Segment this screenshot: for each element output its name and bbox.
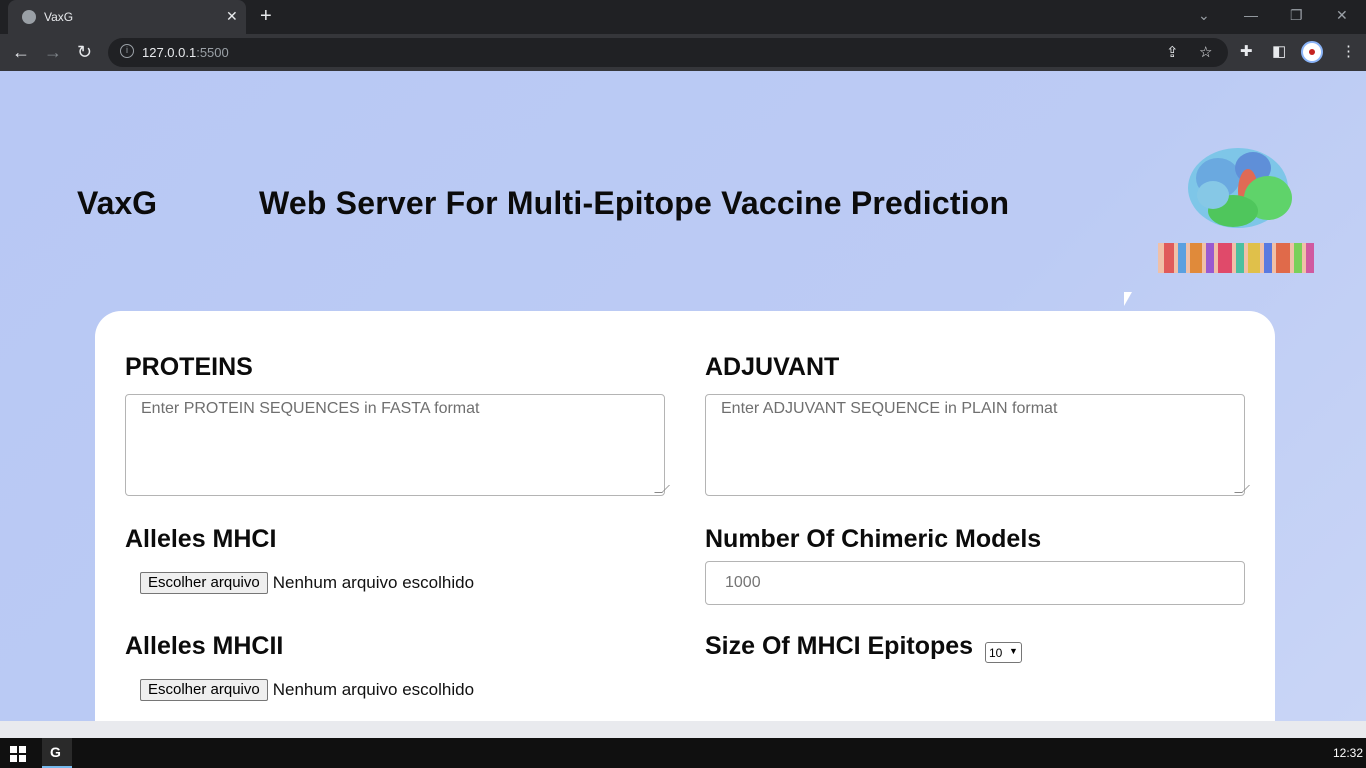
mhcii-alleles-label: Alleles MHCII: [125, 632, 284, 660]
browser-tab[interactable]: VaxG ✕: [8, 0, 246, 34]
url-port: :5500: [196, 45, 229, 60]
taskbar-clock: 12:32: [1333, 746, 1364, 760]
mhci-size-select[interactable]: 10 ▼: [985, 642, 1022, 663]
share-icon[interactable]: ⇪: [1166, 43, 1179, 61]
mhci-file-status: Nenhum arquivo escolhido: [272, 573, 475, 592]
chrome-taskbar-app[interactable]: G: [42, 738, 72, 768]
menu-icon[interactable]: ⋮: [1341, 43, 1356, 61]
sidebar-icon[interactable]: ◧: [1272, 43, 1286, 61]
mhcii-file-status: Nenhum arquivo escolhido: [272, 680, 475, 699]
mhci-size-value: 10: [989, 646, 1003, 660]
page-viewport: VaxG Web Server For Multi-Epitope Vaccin…: [0, 71, 1366, 721]
mhcii-choose-file-button[interactable]: Escolher arquivo: [140, 679, 268, 701]
mouse-cursor-icon: [1124, 292, 1132, 306]
back-icon[interactable]: ←: [12, 42, 30, 62]
window-close-icon[interactable]: ✕: [1336, 6, 1348, 24]
mhci-size-label: Size Of MHCI Epitopes: [705, 632, 974, 660]
reload-icon[interactable]: ↻: [77, 42, 92, 62]
chimeric-models-placeholder: 1000: [725, 574, 761, 591]
minimize-icon[interactable]: —: [1244, 6, 1258, 24]
browser-toolbar: ← → ↻ i 127.0.0.1:5500 ⇪ ☆ ✚ ◧ ⋮: [0, 34, 1366, 71]
horizontal-scrollbar[interactable]: [0, 721, 1366, 738]
mhci-file-input: Escolher arquivo Nenhum arquivo escolhid…: [140, 572, 474, 594]
url-text: 127.0.0.1:5500: [142, 45, 229, 60]
mhci-choose-file-button[interactable]: Escolher arquivo: [140, 572, 268, 594]
forward-icon[interactable]: →: [44, 42, 62, 62]
plus-icon[interactable]: +: [260, 6, 272, 26]
info-icon[interactable]: i: [120, 44, 134, 58]
address-bar[interactable]: i 127.0.0.1:5500 ⇪ ☆: [108, 38, 1228, 67]
mhcii-file-input: Escolher arquivo Nenhum arquivo escolhid…: [140, 679, 474, 701]
url-host: 127.0.0.1: [142, 45, 197, 60]
page-headline: Web Server For Multi-Epitope Vaccine Pre…: [259, 185, 1010, 221]
tab-title: VaxG: [44, 10, 74, 24]
adjuvant-textarea[interactable]: Enter ADJUVANT SEQUENCE in PLAIN format: [705, 394, 1250, 496]
proteins-textarea[interactable]: Enter PROTEIN SEQUENCES in FASTA format: [125, 394, 670, 496]
form-card: PROTEINS Enter PROTEIN SEQUENCES in FAST…: [95, 311, 1275, 721]
star-icon[interactable]: ☆: [1199, 43, 1212, 61]
chimeric-models-label: Number Of Chimeric Models: [705, 525, 1042, 553]
proteins-label: PROTEINS: [125, 353, 253, 381]
brand-title: VaxG: [77, 185, 158, 221]
browser-tabbar: VaxG ✕ + ⌄ — ❐ ✕: [0, 0, 1366, 34]
chevron-down-icon: ▼: [1009, 646, 1018, 656]
app-letter: G: [50, 744, 61, 760]
adjuvant-label: ADJUVANT: [705, 353, 840, 381]
close-icon[interactable]: ✕: [226, 8, 238, 24]
chevron-down-icon[interactable]: ⌄: [1198, 6, 1210, 24]
adjuvant-placeholder: Enter ADJUVANT SEQUENCE in PLAIN format: [721, 400, 1058, 417]
profile-icon[interactable]: [1301, 41, 1323, 63]
windows-start-icon[interactable]: [10, 746, 26, 762]
extensions-icon[interactable]: ✚: [1240, 43, 1253, 61]
chimeric-models-input[interactable]: 1000: [705, 561, 1245, 605]
globe-icon: [22, 10, 36, 24]
resize-grip-icon[interactable]: [1234, 485, 1250, 493]
protein-logo-image: [1158, 148, 1314, 273]
resize-grip-icon[interactable]: [654, 485, 670, 493]
mhci-alleles-label: Alleles MHCI: [125, 525, 277, 553]
restore-icon[interactable]: ❐: [1290, 6, 1303, 24]
os-taskbar: G 12:32: [0, 738, 1366, 768]
proteins-placeholder: Enter PROTEIN SEQUENCES in FASTA format: [141, 400, 480, 417]
